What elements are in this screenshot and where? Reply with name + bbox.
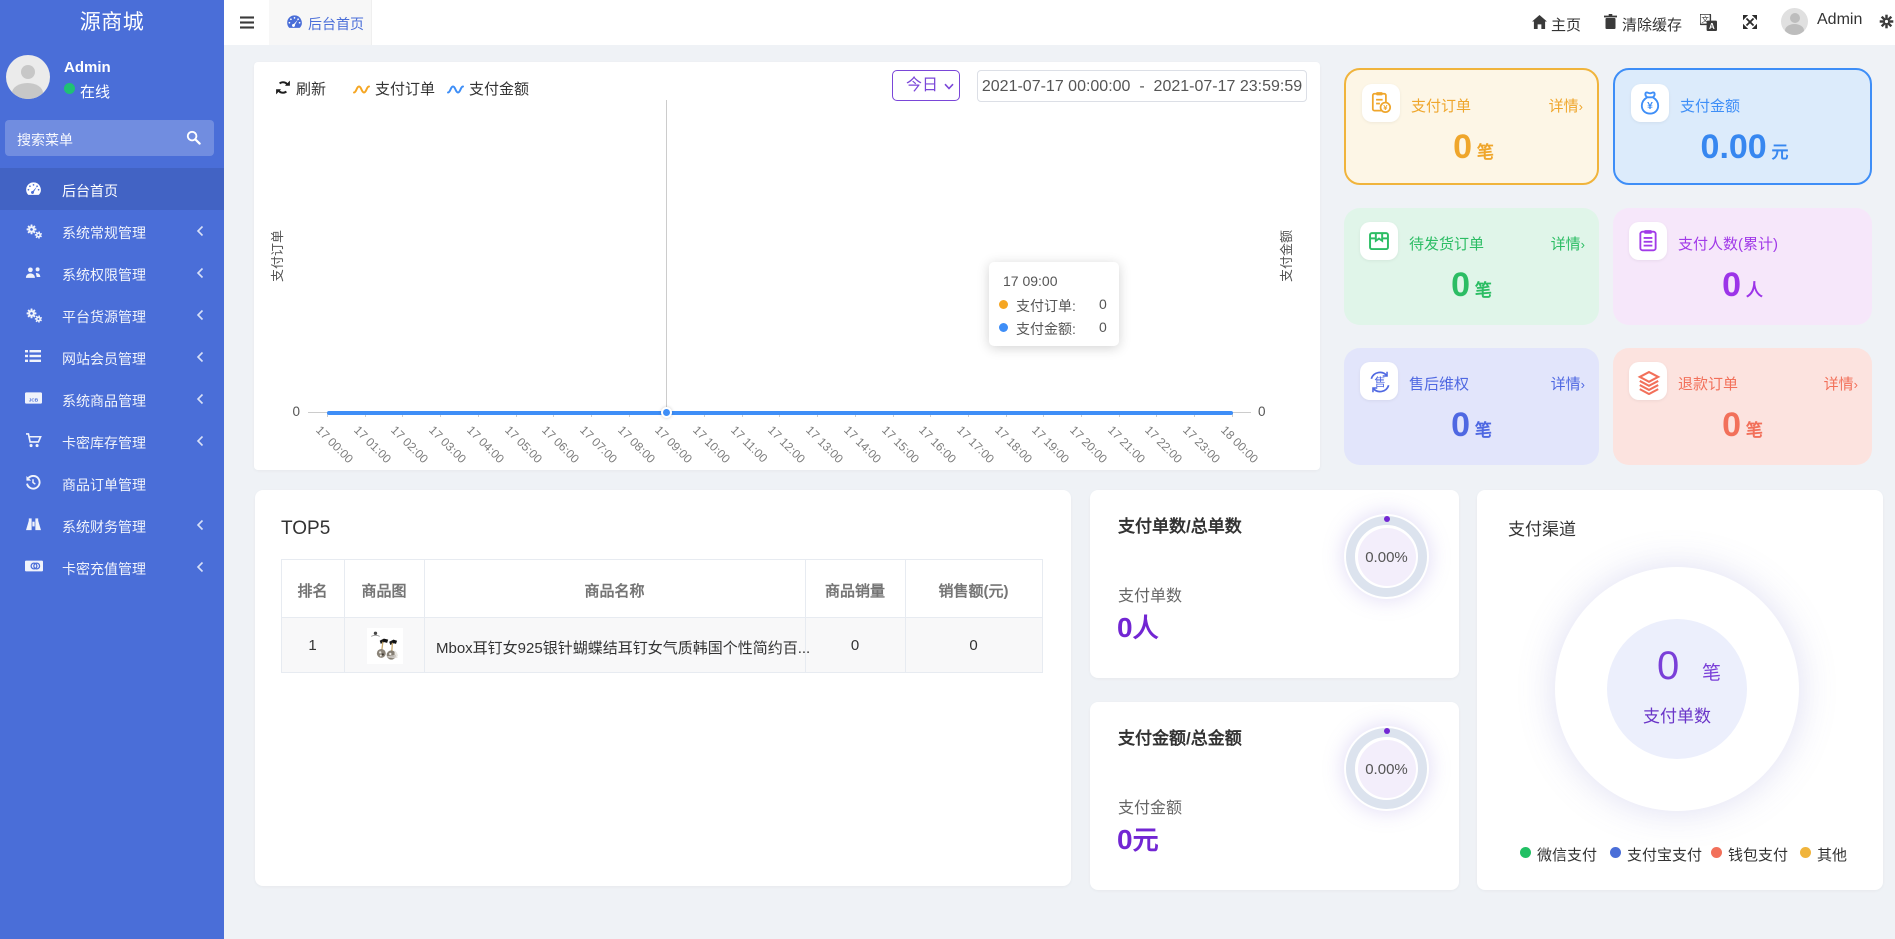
svg-text:售: 售 (1374, 375, 1385, 389)
svg-text:A: A (1709, 22, 1715, 31)
svg-text:¥: ¥ (1383, 103, 1388, 112)
svg-text:JCB: JCB (29, 398, 39, 404)
svg-text:¥: ¥ (1647, 101, 1653, 112)
